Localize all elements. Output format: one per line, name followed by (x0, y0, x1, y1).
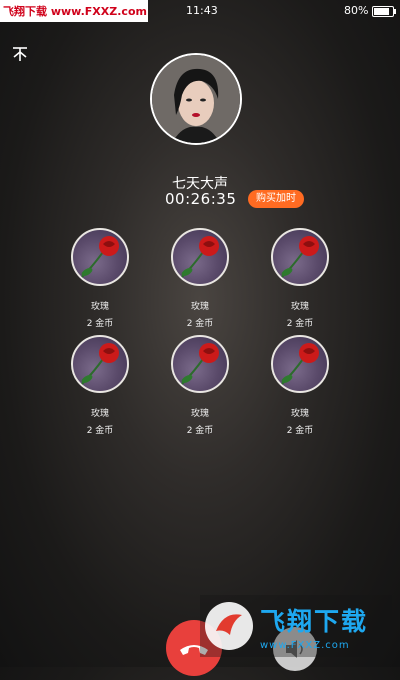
top-watermark: 飞翔下载 www.FXXZ.com (0, 0, 148, 22)
battery-percent: 80% (344, 4, 369, 17)
gift-price: 2 金币 (186, 319, 214, 329)
collapse-button[interactable] (10, 44, 30, 64)
gift-item[interactable]: 玫瑰 2 金币 (265, 228, 335, 329)
gift-name: 玫瑰 (190, 409, 209, 419)
rose-icon (271, 228, 329, 286)
gift-price: 2 金币 (286, 319, 314, 329)
gift-item[interactable]: 玫瑰 2 金币 (165, 228, 235, 329)
gift-item[interactable]: 玫瑰 2 金币 (65, 335, 135, 436)
gift-name: 玫瑰 (290, 302, 309, 312)
rose-icon (71, 335, 129, 393)
watermark-text: 飞翔下载 www.FXXZ.com (260, 602, 368, 651)
watermark-url: www.FXXZ.com (260, 639, 350, 651)
gift-price: 2 金币 (186, 426, 214, 436)
rose-icon (171, 228, 229, 286)
status-time: 11:43 (186, 4, 218, 17)
gift-name: 玫瑰 (190, 302, 209, 312)
rose-icon (271, 335, 329, 393)
gift-item[interactable]: 玫瑰 2 金币 (165, 335, 235, 436)
bottom-watermark: 飞翔下载 www.FXXZ.com (200, 595, 392, 657)
gift-name: 玫瑰 (90, 302, 109, 312)
buy-time-button[interactable]: 购买加时 (248, 190, 304, 208)
gift-item[interactable]: 玫瑰 2 金币 (265, 335, 335, 436)
rose-icon (71, 228, 129, 286)
gift-item[interactable]: 玫瑰 2 金币 (65, 228, 135, 329)
battery-icon (372, 6, 396, 17)
collapse-icon (13, 47, 27, 61)
rose-icon (171, 335, 229, 393)
call-timer: 00:26:35 (165, 190, 237, 208)
watermark-logo-icon (205, 602, 253, 650)
gift-name: 玫瑰 (90, 409, 109, 419)
watermark-title: 飞翔下载 (260, 606, 369, 636)
status-bar: 飞翔下载 www.FXXZ.com 11:43 80% (0, 0, 400, 22)
gift-price: 2 金币 (86, 426, 114, 436)
caller-avatar (150, 53, 242, 145)
gift-name: 玫瑰 (290, 409, 309, 419)
avatar-photo (152, 55, 240, 143)
gift-price: 2 金币 (286, 426, 314, 436)
gift-price: 2 金币 (86, 319, 114, 329)
top-watermark-text: 飞翔下载 www.FXXZ.com (3, 5, 147, 18)
